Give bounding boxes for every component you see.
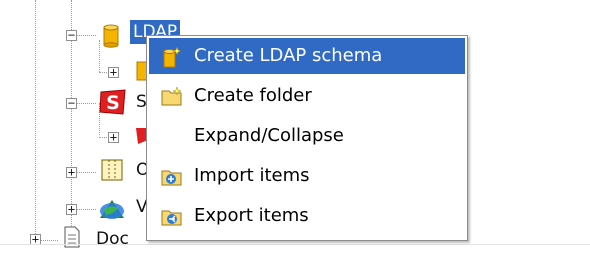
grid-table-icon <box>100 158 124 182</box>
menu-item-label: Import items <box>194 165 310 186</box>
tree-guide-line <box>40 240 58 241</box>
s-logo-icon: S <box>98 88 128 116</box>
menu-item-label: Create folder <box>194 85 312 106</box>
menu-item-label: Create LDAP schema <box>194 45 383 66</box>
expand-toggle[interactable]: + <box>66 203 77 215</box>
tree-guide-line <box>76 209 96 210</box>
ldap-schema-create-icon <box>161 46 182 68</box>
tree-guide-line <box>35 0 36 244</box>
ldap-cylinder-icon <box>100 24 122 48</box>
expand-toggle[interactable]: + <box>108 66 119 78</box>
menu-item-create-ldap-schema[interactable]: Create LDAP schema <box>149 38 465 74</box>
menu-item-label: Expand/Collapse <box>194 125 344 146</box>
menu-item-create-folder[interactable]: Create folder <box>149 78 465 114</box>
collapse-toggle[interactable]: − <box>66 97 77 109</box>
folder-create-icon <box>161 86 182 107</box>
tree-guide-line <box>76 172 96 173</box>
expand-toggle[interactable]: + <box>66 166 77 178</box>
globe-icon <box>98 196 126 220</box>
menu-item-export-items[interactable]: Export items <box>149 198 465 234</box>
panel-divider <box>0 244 590 245</box>
collapse-toggle[interactable]: − <box>66 29 77 41</box>
screen: − LDAP + − S S + + O + V + Doc Create LD… <box>0 0 590 253</box>
menu-item-label: Export items <box>194 205 309 226</box>
import-items-icon <box>161 167 182 187</box>
context-menu: Create LDAP schema Create folder Expand/… <box>146 35 468 241</box>
expand-toggle[interactable]: + <box>108 131 119 143</box>
export-items-icon <box>161 207 182 227</box>
menu-item-import-items[interactable]: Import items <box>149 158 465 194</box>
tree-node-doc-label[interactable]: Doc <box>96 229 129 249</box>
tree-guide-line <box>76 35 96 36</box>
svg-text:S: S <box>106 92 120 114</box>
menu-item-expand-collapse[interactable]: Expand/Collapse <box>149 118 465 154</box>
tree-guide-line <box>76 103 96 104</box>
